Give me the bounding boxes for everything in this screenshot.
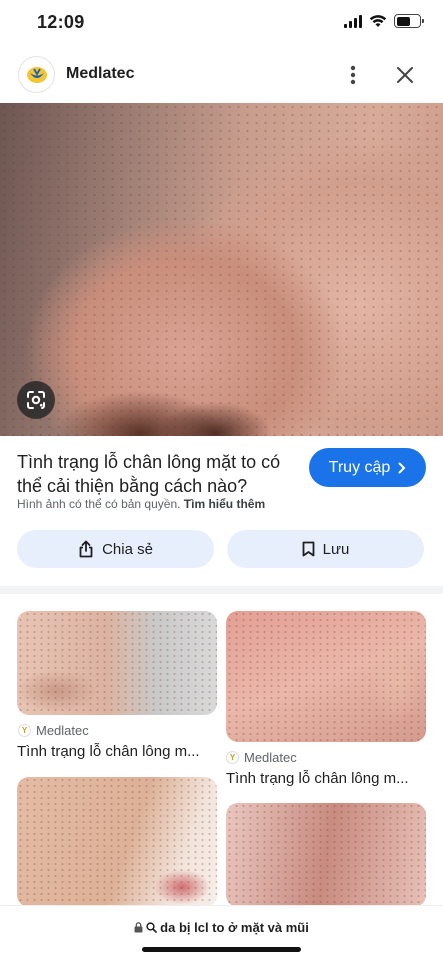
url-bar[interactable]: da bị lcl to ở mặt và mũi [0, 905, 443, 960]
share-button[interactable]: Chia sẻ [17, 530, 214, 568]
home-indicator[interactable] [142, 947, 301, 952]
bookmark-icon [302, 541, 315, 557]
visit-label: Truy cập [328, 458, 391, 476]
url-display[interactable]: da bị lcl to ở mặt và mũi [0, 920, 443, 935]
share-icon [79, 540, 93, 558]
site-name[interactable]: Medlatec [66, 65, 134, 83]
status-icons [344, 14, 424, 28]
medlatec-logo-icon [26, 66, 47, 83]
related-image-4[interactable] [226, 803, 426, 907]
viewer-header: Medlatec [0, 50, 443, 100]
section-divider [0, 586, 443, 594]
chevron-right-icon [398, 462, 406, 473]
close-icon [397, 67, 413, 83]
save-button[interactable]: Lưu [227, 530, 424, 568]
learn-more-link[interactable]: Tìm hiểu thêm [184, 497, 265, 511]
visit-button[interactable]: Truy cập [309, 448, 426, 487]
related-caption-1[interactable]: Tình trạng lỗ chân lông m... [17, 743, 200, 760]
related-image-3[interactable] [17, 777, 217, 907]
related-caption-2[interactable]: Tình trạng lỗ chân lông m... [226, 770, 409, 787]
battery-icon [394, 14, 424, 28]
copyright-text: Hình ảnh có thể có bản quyền. [17, 497, 181, 511]
medlatec-favicon-icon: Y [18, 724, 31, 737]
save-label: Lưu [322, 540, 350, 558]
google-lens-icon [27, 391, 45, 409]
site-logo [18, 56, 55, 93]
signal-icon [344, 14, 362, 28]
related-image-2[interactable] [226, 611, 426, 742]
main-image[interactable] [0, 103, 443, 436]
result-title[interactable]: Tình trạng lỗ chân lông mặt to có thể cả… [17, 450, 297, 498]
url-query: da bị lcl to ở mặt và mũi [160, 920, 309, 935]
lens-button[interactable] [17, 381, 55, 419]
status-time: 12:09 [37, 12, 85, 32]
copyright-notice: Hình ảnh có thể có bản quyền. Tìm hiểu t… [17, 497, 265, 511]
share-label: Chia sẻ [102, 540, 153, 558]
medlatec-favicon-icon: Y [226, 751, 239, 764]
related-image-1[interactable] [17, 611, 217, 715]
wifi-icon [369, 15, 387, 27]
more-vert-icon [350, 65, 356, 85]
related-source-1: Y Medlatec [18, 723, 89, 738]
status-bar: 12:09 [0, 0, 443, 46]
lock-icon [134, 922, 143, 933]
related-source-2: Y Medlatec [226, 750, 297, 765]
close-button[interactable] [392, 62, 418, 88]
more-options-button[interactable] [340, 62, 366, 88]
search-icon [146, 922, 157, 933]
